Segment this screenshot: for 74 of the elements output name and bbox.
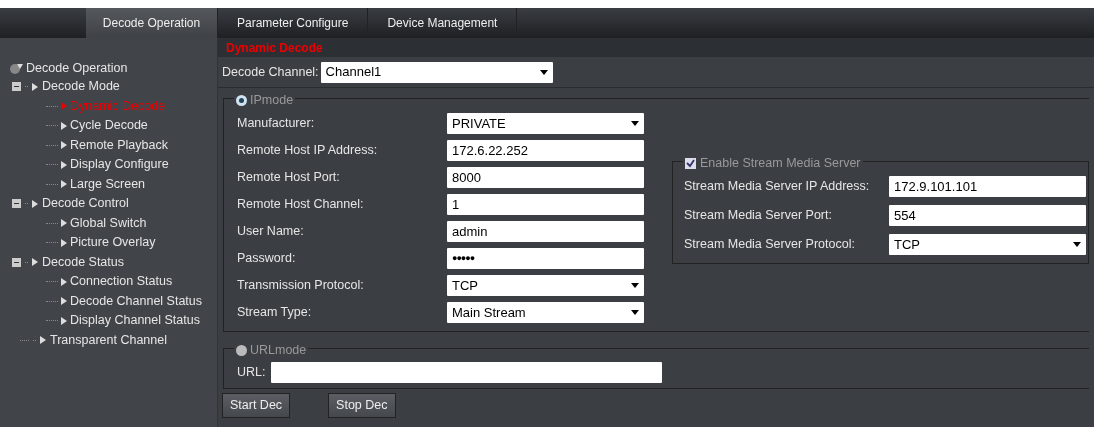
password-field[interactable]: ●●●●● bbox=[447, 248, 644, 269]
tree-item[interactable]: Decode Mode bbox=[42, 77, 120, 97]
caret-icon bbox=[631, 310, 639, 315]
triangle-icon bbox=[61, 102, 67, 111]
triangle-icon bbox=[61, 316, 67, 325]
field-label: Password: bbox=[237, 250, 297, 268]
field-label: Stream Type: bbox=[237, 304, 313, 322]
triangle-icon bbox=[61, 277, 67, 286]
url-field[interactable] bbox=[271, 362, 663, 383]
input-field[interactable]: 172.9.101.101 bbox=[889, 176, 1086, 197]
triangle-icon bbox=[61, 180, 67, 189]
input-field[interactable]: 1 bbox=[447, 194, 644, 215]
input-field[interactable]: admin bbox=[447, 221, 644, 242]
field-label: Remote Host Channel: bbox=[237, 196, 365, 214]
caret-icon bbox=[539, 69, 548, 75]
triangle-icon bbox=[61, 238, 67, 247]
field-label: Remote Host IP Address: bbox=[237, 142, 379, 160]
radio-button[interactable] bbox=[236, 344, 247, 356]
tree-item[interactable]: Display Channel Status bbox=[70, 311, 200, 331]
tree-item[interactable]: Large Screen bbox=[70, 174, 146, 194]
triangle-icon bbox=[32, 258, 38, 267]
triangle-icon bbox=[32, 82, 38, 91]
action-button[interactable]: Start Dec bbox=[222, 393, 291, 418]
page-title: Dynamic Decode bbox=[226, 39, 323, 57]
checkbox-label: Enable Stream Media Server bbox=[700, 155, 861, 172]
checkbox[interactable] bbox=[685, 157, 696, 169]
dropdown[interactable]: Channel1 bbox=[320, 61, 553, 83]
tree-item[interactable]: Decode Status bbox=[42, 252, 124, 272]
triangle-icon bbox=[61, 141, 67, 150]
radio-label: URLmode bbox=[250, 342, 307, 359]
field-label: Stream Media Server Port: bbox=[684, 207, 833, 225]
field-label: Stream Media Server IP Address: bbox=[684, 178, 871, 196]
tree-item[interactable]: Global Switch bbox=[70, 213, 147, 233]
action-button[interactable]: Stop Dec bbox=[328, 393, 396, 418]
triangle-icon bbox=[61, 160, 67, 169]
field-label: URL: bbox=[237, 364, 266, 382]
tree-item[interactable]: Connection Status bbox=[70, 272, 173, 292]
tree-item[interactable]: Picture Overlay bbox=[70, 233, 156, 253]
nav-tab[interactable]: Decode Operation bbox=[86, 8, 218, 38]
triangle-icon bbox=[61, 121, 67, 130]
field-label: Transmission Protocol: bbox=[237, 277, 365, 295]
radio-button[interactable] bbox=[236, 94, 247, 106]
input-field[interactable]: 554 bbox=[889, 205, 1086, 226]
tree-root[interactable]: Decode Operation bbox=[26, 59, 128, 78]
field-label: Manufacturer: bbox=[237, 115, 316, 133]
tree-item[interactable]: Decode Channel Status bbox=[70, 291, 203, 311]
triangle-icon bbox=[61, 297, 67, 306]
triangle-icon bbox=[32, 199, 38, 208]
dropdown[interactable]: TCP bbox=[889, 234, 1086, 255]
triangle-icon bbox=[61, 219, 67, 228]
field-label: Decode Channel: bbox=[222, 63, 319, 81]
tree-item[interactable]: Decode Control bbox=[42, 194, 129, 214]
triangle-icon bbox=[40, 336, 46, 345]
input-field[interactable]: 172.6.22.252 bbox=[447, 140, 644, 161]
field-label: Stream Media Server Protocol: bbox=[684, 236, 856, 254]
field-label: User Name: bbox=[237, 223, 305, 241]
collapse-icon[interactable] bbox=[12, 82, 21, 92]
caret-icon bbox=[631, 121, 639, 126]
collapse-icon[interactable] bbox=[12, 199, 21, 209]
checkmark-icon bbox=[686, 158, 695, 168]
caret-icon bbox=[631, 283, 639, 288]
radio-label: IPmode bbox=[250, 92, 294, 109]
tree-item[interactable]: Display Configure bbox=[70, 155, 169, 175]
tree-item[interactable]: Remote Playback bbox=[70, 135, 168, 155]
tree-item[interactable]: Transparent Channel bbox=[50, 330, 167, 350]
dropdown[interactable]: PRIVATE bbox=[447, 113, 644, 134]
input-field[interactable]: 8000 bbox=[447, 167, 644, 188]
field-label: Remote Host Port: bbox=[237, 169, 341, 187]
dropdown[interactable]: TCP bbox=[447, 275, 644, 296]
dropdown[interactable]: Main Stream bbox=[447, 302, 644, 323]
collapse-icon[interactable] bbox=[12, 257, 21, 267]
caret-icon bbox=[1073, 242, 1081, 247]
tree-item[interactable]: Cycle Decode bbox=[70, 116, 148, 136]
tools-icon bbox=[10, 62, 24, 75]
